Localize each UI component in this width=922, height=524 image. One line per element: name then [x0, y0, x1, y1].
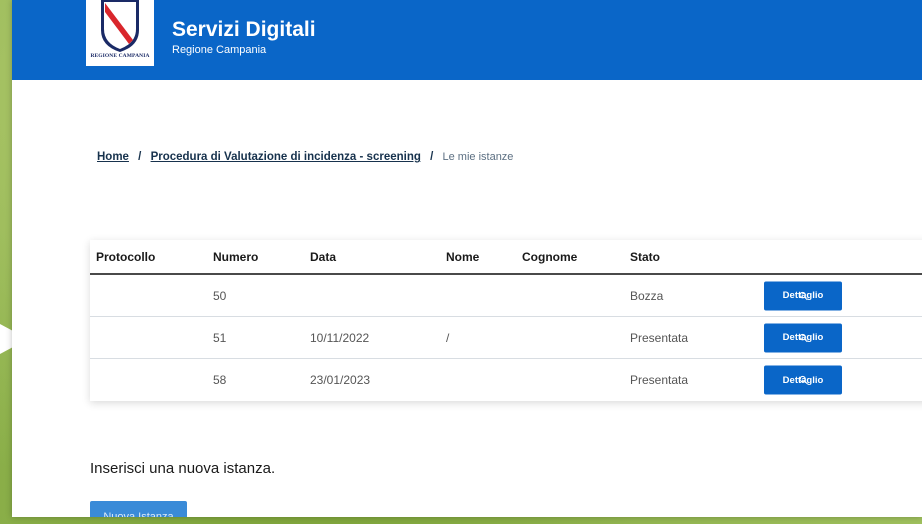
dettaglio-label: Dettaglio [782, 290, 824, 301]
coat-of-arms-icon [101, 0, 139, 52]
cell-data: 10/11/2022 [310, 330, 370, 345]
nuova-istanza-button[interactable]: Nuova Istanza [90, 501, 187, 517]
table-row: 50 Bozza Dettaglio [90, 275, 922, 317]
istanze-table: Protocollo Numero Data Nome Cognome Stat… [90, 240, 922, 401]
col-header-cognome: Cognome [522, 249, 578, 264]
dettaglio-button[interactable]: Dettaglio [764, 281, 842, 310]
col-header-numero: Numero [213, 249, 259, 264]
col-header-protocollo: Protocollo [96, 249, 156, 264]
page: REGIONE CAMPANIA Servizi Digitali Region… [12, 0, 922, 517]
dettaglio-button[interactable]: Dettaglio [764, 365, 842, 395]
breadcrumb-procedura[interactable]: Procedura di Valutazione di incidenza - … [151, 151, 421, 163]
table-row: 58 23/01/2023 Presentata Dettaglio [90, 359, 922, 401]
breadcrumb: Home / Procedura di Valutazione di incid… [97, 151, 513, 163]
cell-data: 23/01/2023 [310, 373, 371, 387]
cell-numero: 50 [213, 288, 227, 303]
breadcrumb-separator: / [430, 151, 434, 163]
cell-stato: Presentata [630, 373, 689, 387]
breadcrumb-home[interactable]: Home [97, 151, 129, 163]
col-header-nome: Nome [446, 249, 480, 264]
dettaglio-label: Dettaglio [782, 332, 824, 343]
cell-numero: 51 [213, 330, 227, 345]
cell-stato: Presentata [630, 330, 689, 345]
breadcrumb-separator: / [138, 151, 142, 163]
new-instance-label: Inserisci una nuova istanza. [90, 460, 276, 477]
cell-stato: Bozza [630, 288, 664, 303]
col-header-data: Data [310, 249, 337, 264]
table-header: Protocollo Numero Data Nome Cognome Stat… [90, 240, 922, 275]
table-row: 51 10/11/2022 / Presentata Dettaglio [90, 317, 922, 359]
brand-title[interactable]: Servizi Digitali [172, 18, 316, 42]
cell-nome: / [446, 330, 450, 345]
brand-subtitle: Regione Campania [172, 44, 267, 56]
site-header: REGIONE CAMPANIA Servizi Digitali Region… [12, 0, 922, 80]
breadcrumb-current: Le mie istanze [442, 151, 514, 163]
dettaglio-label: Dettaglio [782, 374, 824, 386]
region-logo[interactable]: REGIONE CAMPANIA [86, 0, 154, 66]
logo-text: REGIONE CAMPANIA [90, 53, 150, 59]
dettaglio-button[interactable]: Dettaglio [764, 323, 842, 352]
cell-numero: 58 [213, 373, 227, 387]
col-header-stato: Stato [630, 249, 660, 264]
